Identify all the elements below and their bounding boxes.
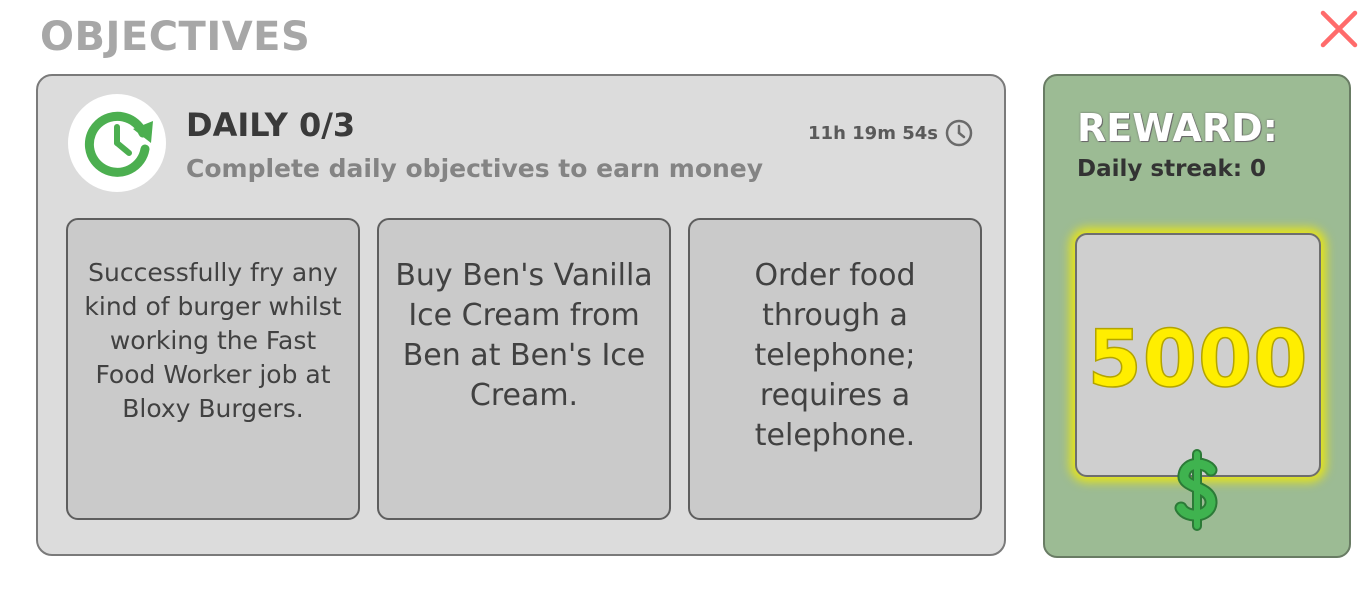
objective-text: Buy Ben's Vanilla Ice Cream from Ben at …	[395, 258, 653, 413]
objective-cards: Successfully fry any kind of burger whil…	[66, 218, 982, 520]
close-icon[interactable]	[1318, 8, 1360, 50]
daily-title: DAILY 0/3	[186, 106, 356, 144]
daily-subtitle: Complete daily objectives to earn money	[186, 154, 764, 183]
daily-timer: 11h 19m 54s	[808, 118, 974, 148]
close-button[interactable]	[1318, 8, 1360, 50]
clock-refresh-icon	[84, 111, 153, 177]
clock-icon	[945, 119, 973, 147]
daily-icon-badge	[68, 94, 166, 192]
objective-card[interactable]: Order food through a telephone; requires…	[688, 218, 982, 520]
daily-objectives-panel: DAILY 0/3 Complete daily objectives to e…	[36, 74, 1006, 556]
daily-streak: Daily streak: 0	[1077, 156, 1267, 182]
reward-amount: 5000	[1087, 314, 1309, 406]
objectives-title: OBJECTIVES	[40, 14, 311, 60]
timer-text: 11h 19m 54s	[808, 122, 938, 144]
dollar-icon	[1174, 449, 1218, 531]
objective-card[interactable]: Successfully fry any kind of burger whil…	[66, 218, 360, 520]
objective-card[interactable]: Buy Ben's Vanilla Ice Cream from Ben at …	[377, 218, 671, 520]
reward-panel: REWARD: Daily streak: 0 5000	[1043, 74, 1351, 558]
objective-text: Successfully fry any kind of burger whil…	[84, 258, 342, 423]
reward-title: REWARD:	[1077, 106, 1278, 150]
reward-box: 5000	[1075, 233, 1321, 477]
objective-text: Order food through a telephone; requires…	[754, 258, 916, 453]
